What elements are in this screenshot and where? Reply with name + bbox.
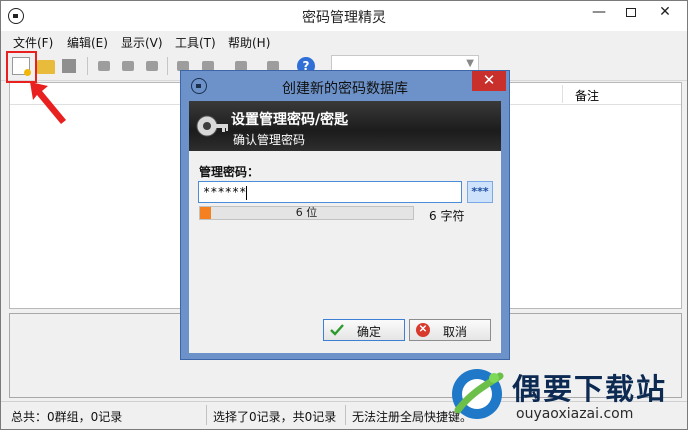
save-icon[interactable] — [62, 59, 76, 73]
annotation-highlight-box — [6, 51, 37, 83]
dialog-close-button[interactable]: ✕ — [472, 71, 506, 91]
password-strength-bar: 6 位 — [199, 206, 414, 220]
ok-button-label: 确定 — [356, 325, 381, 339]
menu-view[interactable]: 显示(V) — [121, 34, 163, 51]
show-password-toggle[interactable]: *** — [467, 181, 493, 203]
site-logo-icon — [452, 369, 504, 419]
banner-title: 设置管理密码/密匙 — [231, 112, 349, 128]
menu-tools[interactable]: 工具(T) — [175, 34, 216, 51]
status-divider — [345, 405, 346, 425]
edit-group-icon[interactable] — [119, 57, 137, 75]
password-label: 管理密码： — [199, 165, 260, 179]
password-strength-text: 6 位 — [295, 206, 318, 219]
delete-group-icon[interactable] — [143, 57, 161, 75]
password-input[interactable]: ****** — [198, 181, 462, 203]
cancel-button[interactable]: ✕ 取消 — [409, 319, 491, 341]
dialog-title: 创建新的密码数据库 — [282, 81, 408, 97]
ok-button[interactable]: 确定 — [323, 319, 405, 341]
menu-edit[interactable]: 编辑(E) — [67, 34, 108, 51]
status-summary: 总共：0群组，0记录 — [11, 410, 123, 424]
watermark-url: ouyaoxiazai.com — [516, 406, 634, 422]
menu-bar: 文件(F) 编辑(E) 显示(V) 工具(T) 帮助(H) — [1, 31, 687, 51]
column-header-notes[interactable]: 备注 — [575, 87, 599, 104]
status-divider — [206, 405, 207, 425]
create-database-dialog: 创建新的密码数据库 ✕ 设置管理密码/密匙 确认管理密码 管理密码： *****… — [180, 70, 510, 360]
cancel-button-label: 取消 — [442, 325, 467, 339]
status-selection: 选择了0记录，共0记录 — [213, 410, 337, 424]
title-bar: 密码管理精灵 — ✕ — [1, 1, 687, 31]
character-count: 6 字符 — [429, 209, 465, 223]
column-separator — [562, 85, 563, 103]
toolbar-separator — [167, 57, 168, 75]
chevron-down-icon: ▼ — [466, 58, 474, 69]
toolbar-separator — [87, 57, 88, 75]
open-folder-icon[interactable] — [37, 60, 55, 74]
key-icon — [196, 115, 228, 137]
menu-help[interactable]: 帮助(H) — [228, 34, 270, 51]
dialog-title-bar: 创建新的密码数据库 ✕ — [181, 71, 509, 101]
password-value: ****** — [203, 185, 247, 199]
watermark-title: 偶要下载站 — [512, 372, 668, 406]
dialog-banner: 设置管理密码/密匙 确认管理密码 — [189, 101, 501, 151]
dialog-body: 设置管理密码/密匙 确认管理密码 管理密码： ****** *** 6 位 6 … — [189, 101, 501, 353]
text-caret — [246, 185, 248, 200]
site-watermark: 偶要下载站 ouyaoxiazai.com — [440, 362, 686, 428]
maximize-icon — [626, 7, 636, 17]
annotation-arrow-icon — [30, 82, 66, 124]
close-button[interactable]: ✕ — [643, 1, 687, 25]
add-group-icon[interactable] — [95, 57, 113, 75]
banner-subtitle: 确认管理密码 — [233, 133, 306, 147]
menu-file[interactable]: 文件(F) — [13, 34, 53, 51]
